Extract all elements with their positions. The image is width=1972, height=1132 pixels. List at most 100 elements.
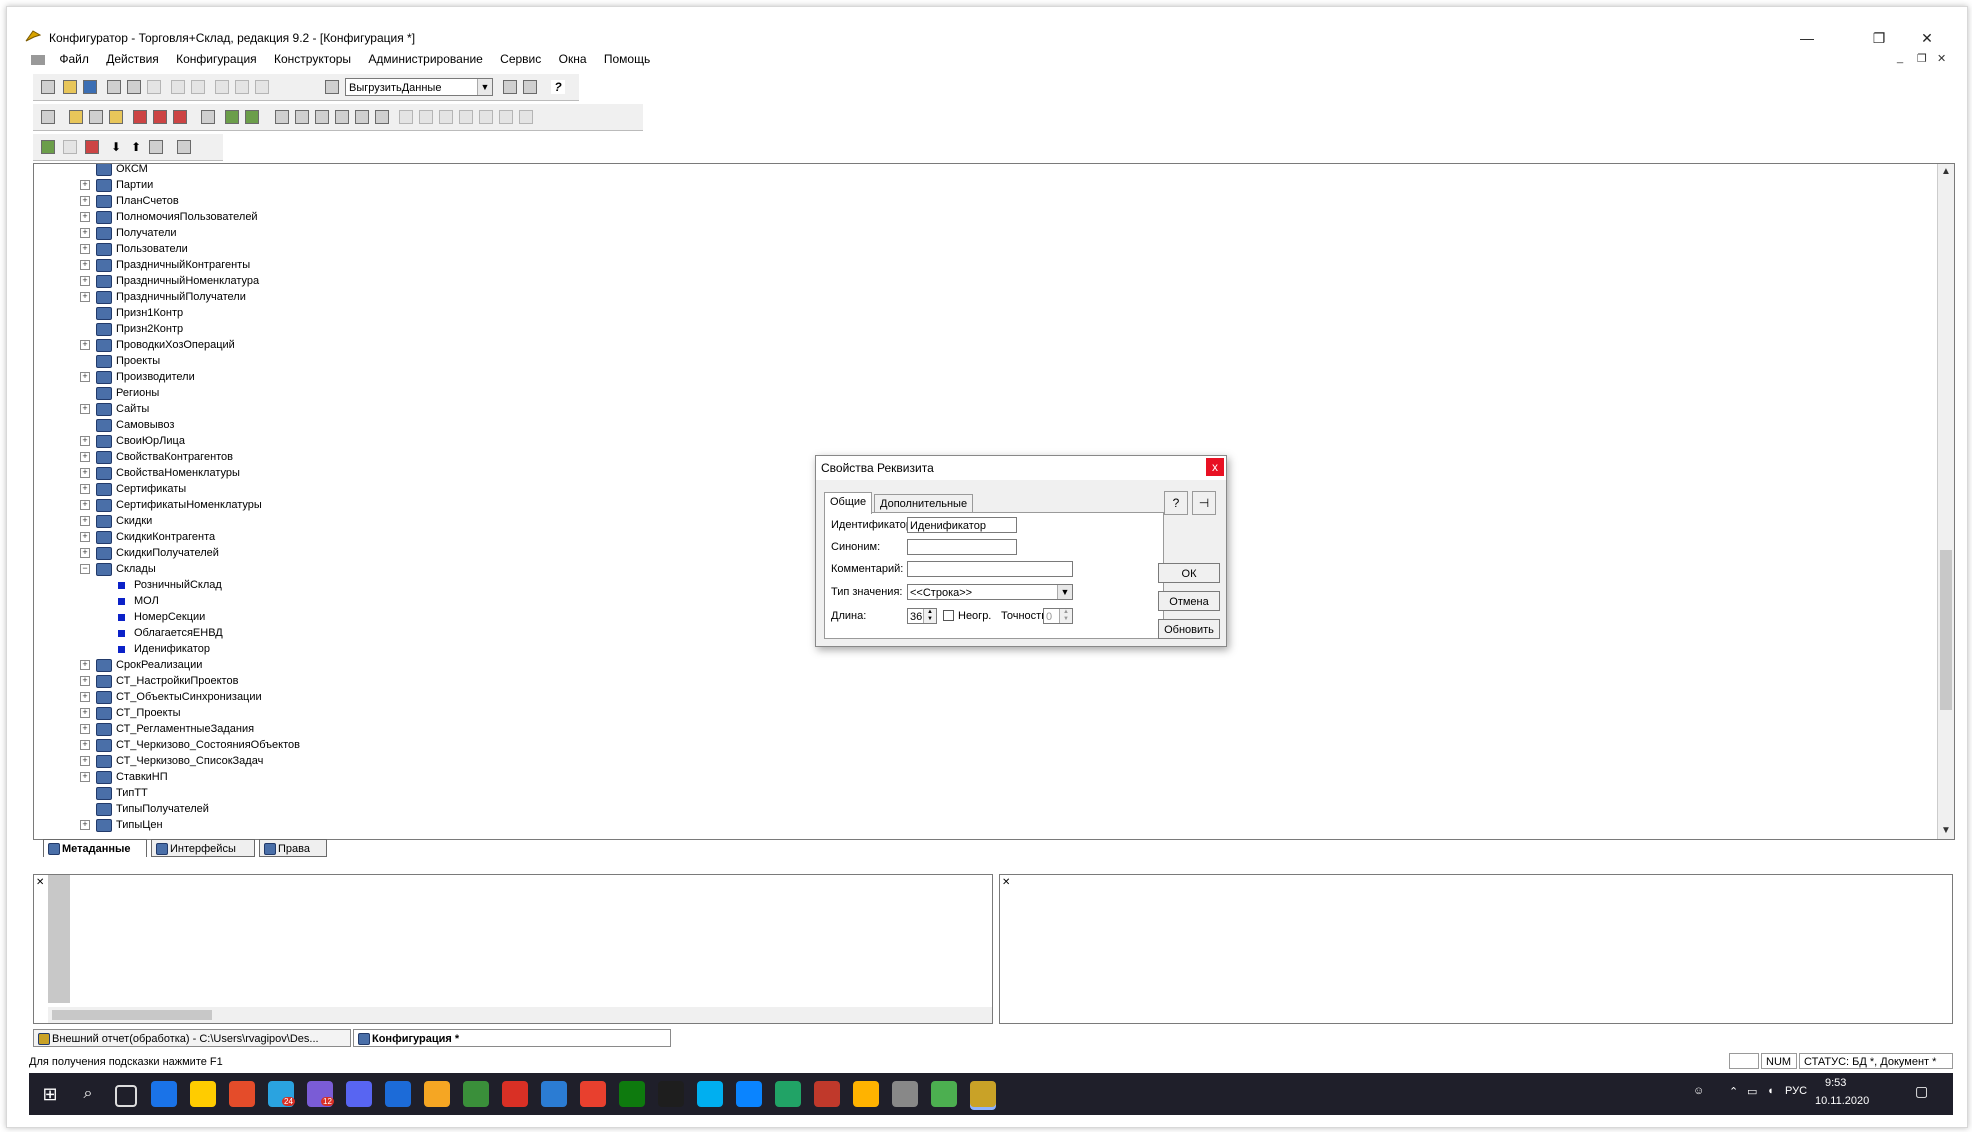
taskbar-app-icon[interactable] bbox=[541, 1081, 567, 1107]
expand-icon[interactable]: + bbox=[80, 452, 90, 462]
taskbar-app-icon[interactable] bbox=[931, 1081, 957, 1107]
scroll-thumb[interactable] bbox=[1940, 550, 1952, 710]
chevron-down-icon[interactable]: ▼ bbox=[1057, 585, 1072, 599]
synonym-field[interactable] bbox=[907, 539, 1017, 555]
tab-general[interactable]: Общие bbox=[824, 492, 873, 514]
mdi-system-icon[interactable] bbox=[31, 54, 45, 65]
network-icon[interactable]: ▭ bbox=[1747, 1085, 1757, 1098]
length-spinner[interactable]: ▲ ▼ bbox=[923, 609, 936, 623]
expand-icon[interactable]: + bbox=[80, 500, 90, 510]
scroll-up-icon[interactable]: ▲ bbox=[1938, 164, 1954, 180]
expand-icon[interactable]: + bbox=[80, 404, 90, 414]
expand-icon[interactable]: + bbox=[80, 484, 90, 494]
tab-external-report[interactable]: Внешний отчет(обработка) - C:\Users\rvag… bbox=[33, 1029, 351, 1047]
expand-icon[interactable]: + bbox=[80, 692, 90, 702]
designer-1-icon[interactable] bbox=[273, 108, 291, 126]
mdi-minimize-button[interactable]: _ bbox=[1897, 52, 1903, 64]
close-pane-icon[interactable]: ✕ bbox=[36, 877, 44, 888]
debug-icon[interactable] bbox=[107, 108, 125, 126]
taskbar-app-icon[interactable] bbox=[814, 1081, 840, 1107]
horizontal-scrollbar[interactable] bbox=[48, 1007, 992, 1023]
unlimited-checkbox[interactable] bbox=[943, 610, 954, 621]
expand-icon[interactable]: + bbox=[80, 244, 90, 254]
close-pane-icon[interactable]: ✕ bbox=[1002, 877, 1010, 888]
length-field[interactable]: 36 ▲ ▼ bbox=[907, 608, 937, 624]
expand-icon[interactable]: + bbox=[80, 516, 90, 526]
copy-icon[interactable] bbox=[125, 78, 143, 96]
taskbar-app-icon[interactable] bbox=[697, 1081, 723, 1107]
stop-icon[interactable] bbox=[151, 108, 169, 126]
find-next-icon[interactable] bbox=[501, 78, 519, 96]
menu-constructors[interactable]: Конструкторы bbox=[267, 50, 358, 68]
sort-icon[interactable] bbox=[147, 138, 165, 156]
add-item-icon[interactable] bbox=[39, 138, 57, 156]
mdi-restore-button[interactable]: ❐ bbox=[1917, 52, 1927, 65]
taskbar-app-icon[interactable] bbox=[424, 1081, 450, 1107]
move-up-icon[interactable]: ⬆ bbox=[127, 138, 145, 156]
move-down-icon[interactable]: ⬇ bbox=[107, 138, 125, 156]
designer-7-icon[interactable] bbox=[397, 108, 415, 126]
expand-icon[interactable]: + bbox=[80, 532, 90, 542]
expand-icon[interactable]: + bbox=[80, 468, 90, 478]
volume-icon[interactable]: ◖ bbox=[1767, 1085, 1774, 1097]
expand-icon[interactable]: + bbox=[80, 820, 90, 830]
find-icon[interactable] bbox=[323, 78, 341, 96]
redo-icon[interactable] bbox=[253, 78, 271, 96]
designer-9-icon[interactable] bbox=[437, 108, 455, 126]
designer-11-icon[interactable] bbox=[477, 108, 495, 126]
expand-icon[interactable]: + bbox=[80, 756, 90, 766]
menu-windows[interactable]: Окна bbox=[552, 50, 594, 68]
menu-actions[interactable]: Действия bbox=[99, 50, 166, 68]
comment-field[interactable] bbox=[907, 561, 1073, 577]
designer-3-icon[interactable] bbox=[313, 108, 331, 126]
tab-configuration[interactable]: Конфигурация * bbox=[353, 1029, 671, 1047]
menu-configuration[interactable]: Конфигурация bbox=[169, 50, 264, 68]
help-icon[interactable]: ? bbox=[549, 78, 567, 96]
record-icon[interactable] bbox=[171, 108, 189, 126]
message-pane-right[interactable]: ✕ bbox=[999, 874, 1953, 1024]
taskbar-app-icon[interactable] bbox=[736, 1081, 762, 1107]
expand-icon[interactable]: + bbox=[80, 724, 90, 734]
expand-icon[interactable]: + bbox=[80, 196, 90, 206]
menu-file[interactable]: Файл bbox=[52, 50, 96, 68]
notifications-icon[interactable]: ▢ bbox=[1915, 1083, 1928, 1100]
new-icon[interactable] bbox=[39, 78, 57, 96]
properties-icon[interactable] bbox=[213, 78, 231, 96]
taskbar-app-icon[interactable] bbox=[658, 1081, 684, 1107]
tray-chevron-icon[interactable]: ⌃ bbox=[1729, 1085, 1738, 1098]
cut-icon[interactable] bbox=[105, 78, 123, 96]
designer-2-icon[interactable] bbox=[293, 108, 311, 126]
expand-icon[interactable]: + bbox=[80, 228, 90, 238]
expand-icon[interactable]: + bbox=[80, 372, 90, 382]
properties-list-icon[interactable] bbox=[175, 138, 193, 156]
designer-13-icon[interactable] bbox=[517, 108, 535, 126]
maximize-button[interactable]: ❐ bbox=[1859, 27, 1899, 49]
print-preview-icon[interactable] bbox=[189, 78, 207, 96]
taskbar-app-icon[interactable] bbox=[580, 1081, 606, 1107]
search-combo[interactable]: ВыгрузитьДанные ▼ bbox=[345, 78, 493, 96]
expand-icon[interactable]: + bbox=[80, 276, 90, 286]
message-pane-left[interactable]: ✕ bbox=[33, 874, 993, 1024]
find-prev-icon[interactable] bbox=[521, 78, 539, 96]
save-icon[interactable] bbox=[81, 78, 99, 96]
menu-help[interactable]: Помощь bbox=[597, 50, 657, 68]
expand-icon[interactable]: + bbox=[80, 676, 90, 686]
dialog-help-button[interactable]: ? bbox=[1164, 491, 1188, 515]
database-icon[interactable] bbox=[223, 108, 241, 126]
cancel-button[interactable]: Отмена bbox=[1158, 591, 1220, 611]
precision-spinner[interactable]: ▲ ▼ bbox=[1059, 609, 1072, 623]
close-button[interactable]: ✕ bbox=[1907, 27, 1947, 49]
hscroll-thumb[interactable] bbox=[52, 1010, 212, 1020]
expand-icon[interactable]: + bbox=[80, 260, 90, 270]
open-module-icon[interactable] bbox=[67, 108, 85, 126]
search-icon[interactable]: ⌕ bbox=[75, 1081, 101, 1107]
taskbar-app-icon[interactable] bbox=[892, 1081, 918, 1107]
people-icon[interactable]: ☺ bbox=[1693, 1085, 1704, 1097]
mdi-close-button[interactable]: ✕ bbox=[1937, 52, 1946, 65]
tab-rights[interactable]: Права bbox=[259, 839, 327, 857]
add-subitem-icon[interactable] bbox=[61, 138, 79, 156]
expand-icon[interactable]: + bbox=[80, 708, 90, 718]
designer-6-icon[interactable] bbox=[373, 108, 391, 126]
menu-service[interactable]: Сервис bbox=[493, 50, 548, 68]
taskbar-app-icon[interactable] bbox=[970, 1081, 996, 1107]
